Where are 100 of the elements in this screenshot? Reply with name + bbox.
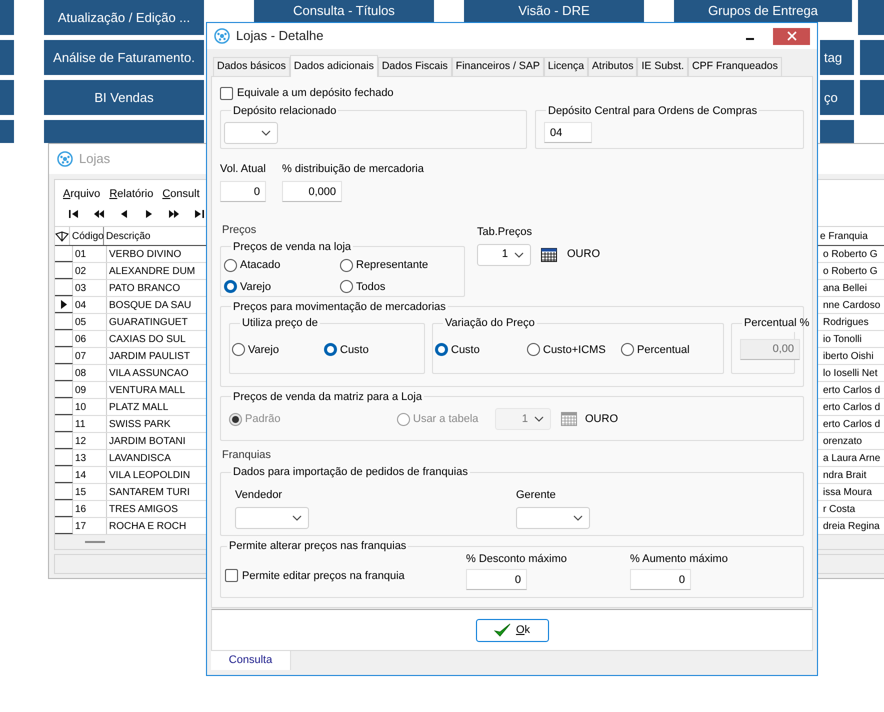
tab[interactable]: Dados adicionais: [290, 55, 378, 77]
tab[interactable]: Dados básicos: [213, 57, 290, 76]
chevron-icon: [573, 515, 583, 521]
radio-icon[interactable]: [621, 343, 634, 356]
radio-icon[interactable]: [232, 343, 245, 356]
menu-tile[interactable]: [860, 40, 884, 75]
scrollbar-thumb[interactable]: [85, 541, 105, 543]
close-icon: [786, 31, 796, 41]
menu-tile[interactable]: Grupos de Entrega: [674, 0, 852, 22]
table-cell-text: lo Ioselli Net: [822, 366, 878, 380]
first-record-icon[interactable]: [68, 208, 80, 220]
menu-item[interactable]: Consult: [162, 186, 200, 202]
checkbox[interactable]: Permite editar preços na franquia: [225, 568, 466, 584]
menu-tile[interactable]: [0, 0, 14, 35]
radio-icon[interactable]: [435, 343, 448, 356]
checkbox[interactable]: Equivale a um depósito fechado: [220, 85, 804, 102]
row-indicator[interactable]: [55, 416, 73, 432]
radio-button[interactable]: Custo: [324, 342, 416, 358]
row-indicator[interactable]: [55, 433, 73, 449]
field-label: % distribuição de mercadoria: [282, 162, 424, 176]
radio-button[interactable]: Custo: [435, 342, 527, 358]
menu-item[interactable]: Relatório: [109, 186, 154, 202]
menu-tile[interactable]: BI Vendas: [44, 80, 204, 115]
row-indicator[interactable]: [55, 331, 73, 347]
radio-icon[interactable]: [224, 258, 237, 272]
section-label: Preços: [221, 223, 258, 238]
input-field[interactable]: 0: [466, 569, 527, 590]
radio-button[interactable]: Representante: [340, 257, 456, 274]
row-indicator[interactable]: [55, 467, 73, 483]
menu-tile[interactable]: [44, 120, 204, 143]
menu-tile[interactable]: ço: [820, 80, 854, 115]
table-cell: 13: [73, 450, 107, 466]
menu-tile[interactable]: [0, 120, 14, 143]
radio-button[interactable]: Custo+ICMS: [527, 342, 621, 358]
table-cell-text: a Laura Arne: [822, 452, 882, 466]
table-cell: 09: [73, 382, 107, 398]
menu-tile[interactable]: [860, 80, 884, 115]
tab[interactable]: Licença: [544, 57, 588, 76]
tab[interactable]: CPF Franqueados: [688, 57, 782, 76]
input-field[interactable]: 0,000: [282, 181, 342, 202]
radio-button[interactable]: Percentual: [621, 342, 715, 358]
radio-button[interactable]: Todos: [340, 278, 456, 295]
dropdown[interactable]: 1: [477, 244, 531, 266]
input-field[interactable]: 0: [630, 569, 691, 590]
fast-forward-icon[interactable]: [168, 208, 180, 220]
tab[interactable]: Dados Fiscais: [378, 57, 452, 76]
menu-tile[interactable]: Consulta - Títulos: [254, 0, 434, 22]
radio-icon[interactable]: [340, 258, 353, 272]
tab[interactable]: IE Subst.: [637, 57, 688, 76]
row-indicator[interactable]: [55, 365, 73, 381]
row-indicator[interactable]: [55, 246, 73, 262]
tab[interactable]: Atributos: [588, 57, 638, 76]
menu-tile[interactable]: [858, 0, 884, 35]
column-header[interactable]: Descrição: [104, 227, 204, 245]
checkbox-icon[interactable]: [220, 86, 233, 100]
radio-button[interactable]: Varejo: [224, 278, 340, 295]
tab[interactable]: Consulta: [211, 651, 291, 670]
row-indicator[interactable]: [55, 484, 73, 500]
chevron-icon: [514, 252, 524, 258]
menu-tile[interactable]: tag: [820, 40, 854, 75]
row-indicator[interactable]: [55, 280, 73, 296]
rewind-icon[interactable]: [93, 208, 105, 220]
table-icon[interactable]: [541, 248, 557, 262]
row-indicator[interactable]: [55, 314, 73, 330]
menu-tile[interactable]: [0, 80, 14, 115]
ok-button[interactable]: Ok: [476, 618, 548, 642]
checkbox-icon[interactable]: [225, 569, 238, 582]
radio-icon[interactable]: [224, 280, 237, 294]
input-field[interactable]: 04: [544, 122, 592, 143]
table-cell-text: PATO BRANCO: [108, 282, 182, 296]
close-button[interactable]: [773, 28, 810, 44]
table-cell-text: nne Cardoso: [822, 298, 882, 312]
row-indicator[interactable]: [55, 399, 73, 415]
last-record-icon[interactable]: [193, 208, 205, 220]
column-header[interactable]: Código: [70, 227, 104, 245]
menu-tile[interactable]: Atualização / Edição ...: [44, 0, 204, 35]
radio-button[interactable]: Atacado: [224, 257, 340, 274]
row-indicator[interactable]: [55, 263, 73, 279]
menu-tile[interactable]: Análise de Faturamento.: [44, 40, 204, 75]
row-indicator[interactable]: [55, 501, 73, 517]
radio-icon[interactable]: [324, 343, 337, 356]
group-title: Depósito Central para Ordens de Compras: [547, 104, 758, 118]
row-indicator[interactable]: [55, 450, 73, 466]
menu-tile[interactable]: Visão - DRE: [464, 0, 644, 22]
column-header[interactable]: e Franquia: [818, 227, 884, 245]
menu-tile[interactable]: [820, 120, 854, 143]
table-cell-text: JARDIM PAULIST: [108, 350, 191, 364]
tab[interactable]: Financeiros / SAP: [452, 57, 544, 76]
menu-tile[interactable]: [0, 40, 14, 75]
menu-item[interactable]: Arquivo: [63, 186, 100, 202]
row-indicator[interactable]: [55, 382, 73, 398]
table-cell-text: r Costa: [822, 502, 856, 516]
input-field[interactable]: 0: [220, 181, 266, 202]
radio-icon[interactable]: [340, 280, 353, 294]
table-cell-text: dreia Regina: [822, 520, 881, 534]
row-indicator[interactable]: [55, 297, 73, 313]
radio-icon[interactable]: [527, 343, 540, 356]
row-indicator[interactable]: [55, 518, 73, 534]
radio-button[interactable]: Varejo: [232, 342, 324, 358]
row-indicator[interactable]: [55, 348, 73, 364]
